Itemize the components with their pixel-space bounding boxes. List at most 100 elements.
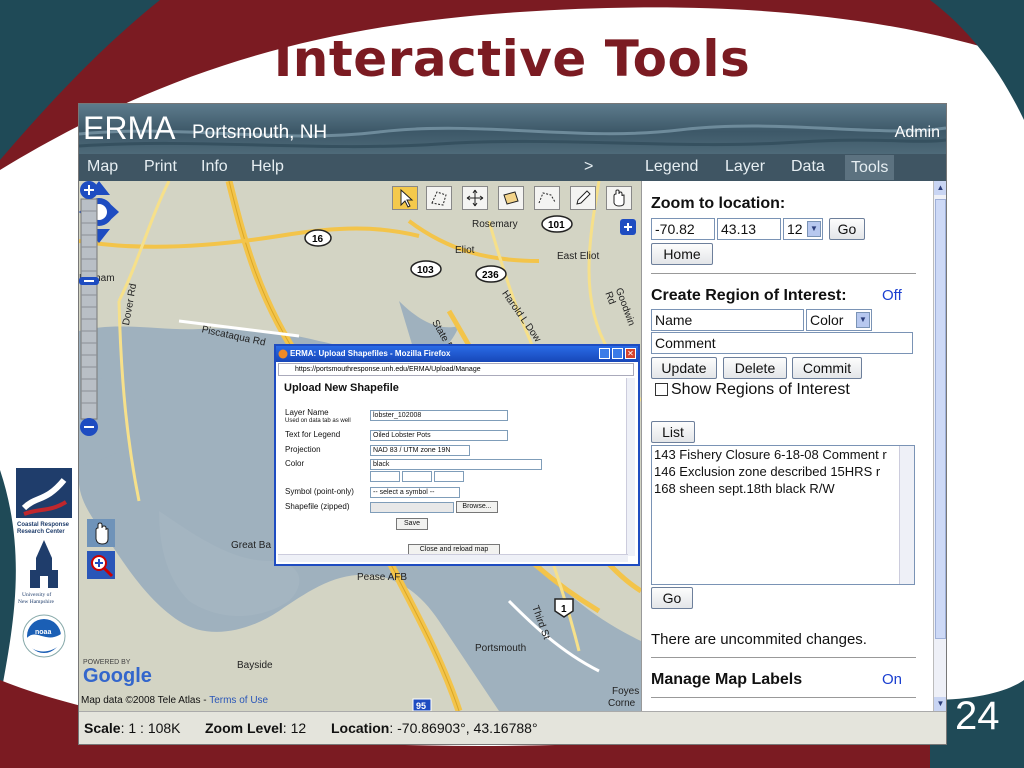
unh-logo: University of New Hampshire: [18, 540, 58, 605]
upload-shapefile-dialog: ERMA: Upload Shapefiles - Mozilla Firefo…: [274, 344, 640, 566]
dialog-titlebar: ERMA: Upload Shapefiles - Mozilla Firefo…: [276, 346, 638, 362]
layer-name-field[interactable]: lobster_102008: [370, 410, 508, 421]
svg-text:101: 101: [548, 220, 565, 231]
admin-link[interactable]: Admin: [895, 124, 940, 142]
move-icon[interactable]: [462, 186, 488, 210]
chevron-down-icon: ▼: [856, 312, 870, 328]
pencil-icon[interactable]: [570, 186, 596, 210]
app-logo: ERMA: [83, 110, 176, 146]
list-item[interactable]: 168 sheen sept.18th black R/W: [652, 480, 914, 497]
panel-scrollbar[interactable]: ▲ ▼: [933, 181, 946, 711]
nav-legend[interactable]: Legend: [645, 158, 698, 176]
uncommitted-message: There are uncommited changes.: [651, 631, 867, 648]
commit-button[interactable]: Commit: [792, 357, 862, 379]
zoom-level-select[interactable]: 12 ▼: [783, 218, 823, 240]
map-zoom-in-small: [620, 219, 636, 235]
roi-color-select[interactable]: Color ▼: [806, 309, 872, 331]
zoom-box-icon[interactable]: [87, 551, 115, 579]
color-label: Color: [285, 459, 305, 468]
latitude-field[interactable]: 43.13: [717, 218, 781, 240]
svg-text:Coastal Response: Coastal Response: [17, 522, 70, 528]
shapefile-path-field[interactable]: [370, 502, 454, 513]
polygon-icon[interactable]: [426, 186, 452, 210]
labels-toggle[interactable]: On: [882, 671, 902, 688]
polyline-icon[interactable]: [534, 186, 560, 210]
status-bar: Scale: 1 : 108K Zoom Level: 12 Location:…: [79, 711, 946, 744]
list-scrollbar[interactable]: [899, 446, 914, 584]
noaa-logo: noaa: [22, 614, 66, 658]
longitude-field[interactable]: -70.82: [651, 218, 715, 240]
nav-map[interactable]: Map: [87, 158, 118, 176]
map-label-bayside: Bayside: [237, 660, 273, 671]
nav-print[interactable]: Print: [144, 158, 177, 176]
app-header: ERMA Portsmouth, NH Admin: [79, 104, 946, 154]
select-arrow-icon[interactable]: [392, 186, 418, 210]
nav-arrow[interactable]: >: [584, 158, 593, 176]
browse-button[interactable]: Browse...: [456, 501, 498, 513]
nav-data[interactable]: Data: [791, 158, 825, 176]
go-button[interactable]: Go: [829, 218, 865, 240]
svg-text:noaa: noaa: [35, 629, 51, 636]
roi-name-field[interactable]: Name: [651, 309, 804, 331]
svg-text:103: 103: [417, 265, 434, 276]
list-go-button[interactable]: Go: [651, 587, 693, 609]
main-nav: Map Print Info Help > Legend Layer Data …: [79, 154, 946, 181]
delete-button[interactable]: Delete: [723, 357, 787, 379]
projection-label: Projection: [285, 445, 321, 454]
roi-toggle[interactable]: Off: [882, 287, 902, 304]
show-regions-checkbox[interactable]: [655, 383, 668, 396]
svg-text:16: 16: [312, 234, 324, 245]
dialog-heading: Upload New Shapefile: [284, 382, 399, 394]
dialog-scrollbar[interactable]: [626, 378, 635, 556]
map-copyright: Map data ©2008 Tele Atlas - Terms of Use: [81, 695, 269, 706]
save-button[interactable]: Save: [396, 518, 428, 530]
legend-text-label: Text for Legend: [285, 430, 341, 439]
pan-hand-icon[interactable]: [87, 519, 115, 547]
dialog-close-button[interactable]: ✕: [625, 348, 636, 359]
hand-icon[interactable]: [606, 186, 632, 210]
app-location: Portsmouth, NH: [192, 122, 328, 143]
nav-tools[interactable]: Tools: [845, 155, 895, 180]
nav-layer[interactable]: Layer: [725, 158, 765, 176]
chevron-down-icon: ▼: [807, 221, 821, 237]
map-label-east-eliot: East Eliot: [557, 251, 600, 262]
dialog-hscrollbar[interactable]: [278, 554, 628, 562]
projection-select[interactable]: NAD 83 / UTM zone 19N: [370, 445, 470, 456]
map-label-foyes: Foyes: [612, 686, 640, 697]
terms-of-use-link[interactable]: Terms of Use: [209, 695, 268, 706]
scroll-down-button[interactable]: ▼: [934, 697, 946, 711]
legend-text-field[interactable]: Oiled Lobster Pots: [370, 430, 508, 441]
divider: [651, 273, 916, 274]
color-field-3[interactable]: [434, 471, 464, 482]
dialog-minimize-button[interactable]: [599, 348, 610, 359]
map-label-rosemary: Rosemary: [472, 219, 518, 230]
color-field-2[interactable]: [402, 471, 432, 482]
list-button[interactable]: List: [651, 421, 695, 443]
symbol-label: Symbol (point-only): [285, 487, 354, 496]
color-field-1[interactable]: [370, 471, 400, 482]
shield-95: 95: [412, 698, 432, 711]
location-readout: Location: -70.86903°, 43.16788°: [331, 720, 538, 736]
zoom-slider[interactable]: [79, 181, 99, 437]
dialog-maximize-button[interactable]: [612, 348, 623, 359]
zoom-readout: Zoom Level: 12: [205, 720, 307, 736]
nav-info[interactable]: Info: [201, 158, 228, 176]
slide-title: Interactive Tools: [273, 30, 751, 88]
divider: [651, 697, 916, 698]
dialog-url-bar[interactable]: https://portsmouthresponse.unh.edu/ERMA/…: [278, 363, 634, 376]
scale-readout: Scale: 1 : 108K: [84, 720, 181, 736]
regions-list[interactable]: 143 Fishery Closure 6-18-08 Comment r 14…: [651, 445, 915, 585]
symbol-select[interactable]: -- select a symbol --: [370, 487, 460, 498]
color-select[interactable]: black: [370, 459, 542, 470]
map-label-great-bay: Great Ba: [231, 540, 272, 551]
rectangle-icon[interactable]: [498, 186, 524, 210]
list-item[interactable]: 146 Exclusion zone described 15HRS r: [652, 463, 914, 480]
update-button[interactable]: Update: [651, 357, 717, 379]
crrc-logo: Coastal Response Research Center: [16, 468, 72, 534]
nav-help[interactable]: Help: [251, 158, 284, 176]
home-button[interactable]: Home: [651, 243, 713, 265]
scroll-up-button[interactable]: ▲: [934, 181, 946, 195]
roi-comment-field[interactable]: Comment: [651, 332, 913, 354]
list-item[interactable]: 143 Fishery Closure 6-18-08 Comment r: [652, 446, 914, 463]
scroll-thumb[interactable]: [935, 199, 946, 639]
